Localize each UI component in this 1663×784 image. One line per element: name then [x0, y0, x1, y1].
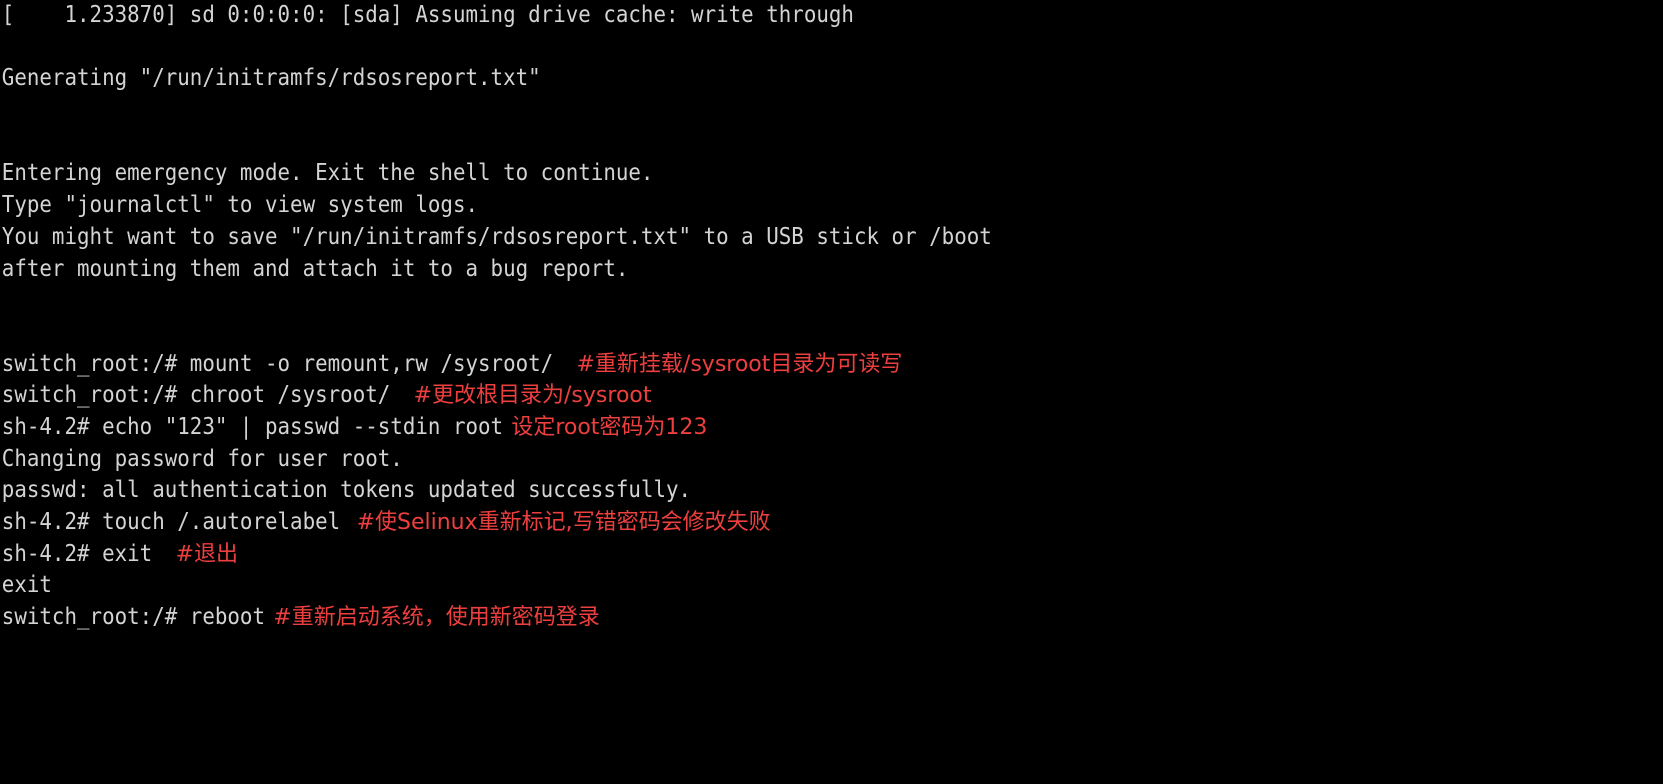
- console-text: switch_root:/# reboot: [1, 604, 265, 631]
- console-line-out-changing-password: Changing password for user root.: [0, 444, 1505, 476]
- console-text: sh-4.2# exit: [1, 540, 153, 567]
- console-line-out-exit: exit: [0, 570, 1505, 602]
- console-annotation: #重新挂载/sysroot目录为可读写: [576, 351, 903, 377]
- console-line-save-hint-2: after mounting them and attach it to a b…: [0, 254, 1505, 286]
- console-line-generating-report: Generating "/run/initramfs/rdsosreport.t…: [0, 63, 1505, 95]
- console-line-cmd-reboot: switch_root:/# reboot #重新启动系统，使用新密码登录: [0, 602, 1505, 634]
- console-text: Changing password for user root.: [1, 445, 403, 472]
- console-text: You might want to save "/run/initramfs/r…: [1, 223, 992, 250]
- console-line-blank-9: [0, 729, 1505, 761]
- console-line-blank-6: [0, 634, 1505, 666]
- console-line-blank-2: [0, 95, 1505, 127]
- console-text: Entering emergency mode. Exit the shell …: [1, 160, 654, 187]
- console-line-blank-4: [0, 285, 1505, 317]
- console-line-out-passwd-success: passwd: all authentication tokens update…: [0, 475, 1505, 507]
- console-line-blank-5: [0, 317, 1505, 349]
- terminal-console[interactable]: [ 1.233870] sd 0:0:0:0: [sda] Assuming d…: [0, 0, 1663, 784]
- console-annotation: #使Selinux重新标记,写错密码会修改失败: [356, 510, 771, 535]
- console-line-cmd-chroot: switch_root:/# chroot /sysroot/ #更改根目录为/s…: [0, 380, 1505, 412]
- console-line-cmd-passwd: sh-4.2# echo "123" | passwd --stdin root…: [0, 412, 1505, 444]
- console-line-cmd-exit: sh-4.2# exit #退出: [0, 539, 1505, 571]
- console-line-cmd-mount: switch_root:/# mount -o remount,rw /sysr…: [0, 349, 1505, 381]
- console-annotation: #更改根目录为/sysroot: [413, 383, 652, 409]
- console-annotation: 设定root密码为123: [511, 414, 708, 440]
- console-line-blank-1: [0, 32, 1505, 64]
- console-line-save-hint-1: You might want to save "/run/initramfs/r…: [0, 222, 1505, 254]
- console-text: Type "journalctl" to view system logs.: [1, 192, 479, 219]
- console-line-blank-3: [0, 127, 1505, 159]
- console-text: switch_root:/# chroot /sysroot/: [1, 382, 391, 409]
- console-text: [ 1.233870] sd 0:0:0:0: [sda] Assuming d…: [1, 2, 854, 28]
- console-line-blank-8: [0, 697, 1505, 729]
- console-line-cmd-touch-autorelabel: sh-4.2# touch /.autorelabel #使Selinux重新标记…: [0, 507, 1505, 539]
- console-line-blank-7: [0, 665, 1505, 697]
- console-text: after mounting them and attach it to a b…: [1, 255, 629, 282]
- console-line-entering-emergency: Entering emergency mode. Exit the shell …: [0, 158, 1505, 190]
- console-annotation: #退出: [175, 541, 239, 567]
- console-text: sh-4.2# echo "123" | passwd --stdin root: [1, 413, 504, 440]
- console-text: passwd: all authentication tokens update…: [1, 477, 692, 504]
- console-text: exit: [1, 572, 52, 599]
- console-annotation: #重新启动系统，使用新密码登录: [273, 605, 600, 631]
- console-line-type-journalctl: Type "journalctl" to view system logs.: [0, 190, 1505, 222]
- console-text: sh-4.2# touch /.autorelabel: [1, 509, 341, 535]
- console-text: Generating "/run/initramfs/rdsosreport.t…: [1, 65, 541, 92]
- console-line-kernel-msg: [ 1.233870] sd 0:0:0:0: [sda] Assuming d…: [0, 0, 1505, 32]
- console-text: switch_root:/# mount -o remount,rw /sysr…: [1, 350, 554, 377]
